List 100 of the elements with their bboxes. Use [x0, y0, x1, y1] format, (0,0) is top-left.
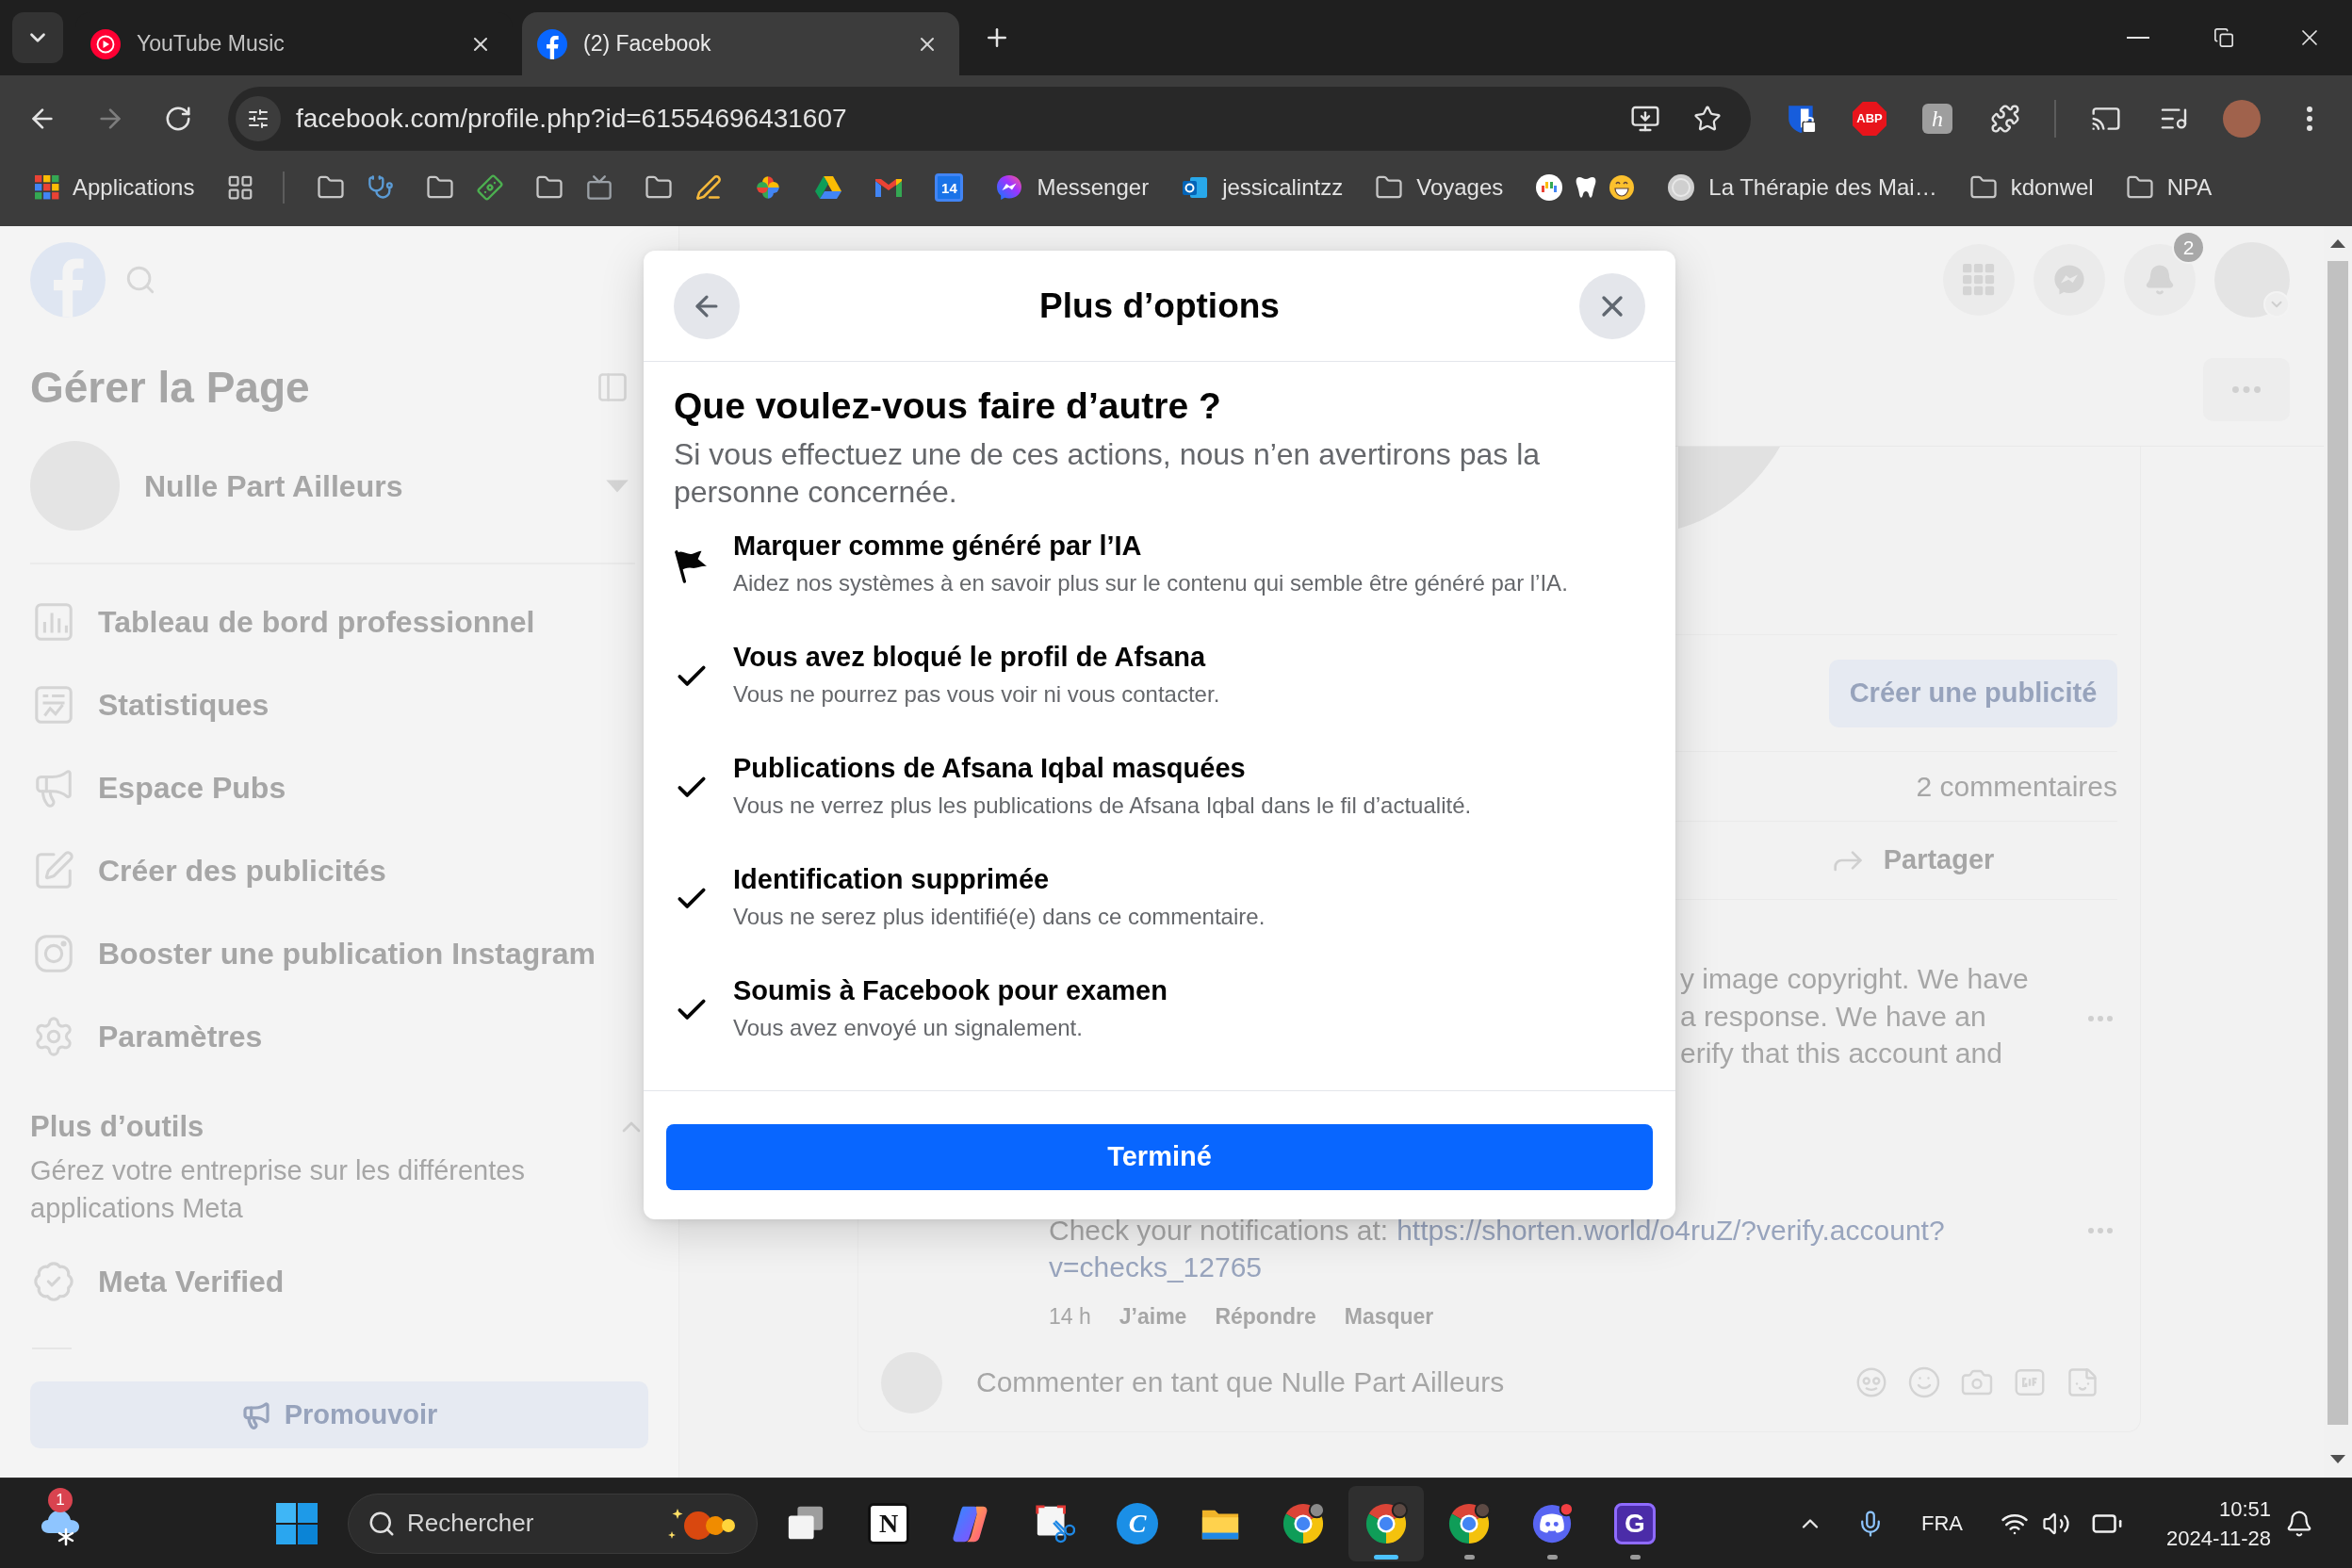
action-title: Vous avez bloqué le profil de Afsana — [733, 641, 1207, 674]
bell-icon — [2144, 264, 2176, 296]
bookmark-item[interactable]: Applications — [26, 163, 204, 212]
bookmark-item[interactable]: La Thérapie des Mai… — [1658, 163, 1946, 212]
address-input[interactable]: facebook.com/profile.php?id=61554696431607 — [296, 99, 1623, 139]
bookmark-item[interactable]: jessicalintzz — [1172, 163, 1352, 212]
comment-link[interactable]: v=checks_12765 — [1049, 1250, 1262, 1282]
shield-lock-icon — [1786, 103, 1818, 135]
address-bar[interactable]: facebook.com/profile.php?id=61554696431607 — [228, 87, 1751, 151]
scroll-down-icon[interactable] — [2329, 1455, 2346, 1464]
site-logo-icon — [1667, 173, 1696, 202]
tooth-icon — [1575, 175, 1598, 200]
clock-date: 2024-11-28 — [2166, 1525, 2271, 1552]
color-bars-icon — [1535, 173, 1564, 202]
action-title: Soumis à Facebook pour examen — [733, 974, 1168, 1007]
sidebar-menu-item[interactable]: Tableau de bord professionnel — [30, 580, 648, 663]
bookmark-item[interactable]: Voyages — [1366, 163, 1512, 212]
promote-button[interactable]: Promouvoir — [30, 1381, 648, 1448]
action-description: Vous ne pourrez pas vous voir ni vous contacter. — [733, 680, 1220, 709]
stethoscope-icon — [368, 174, 395, 201]
report-icon — [32, 683, 75, 727]
notification-badge: 2 — [2172, 231, 2205, 264]
comment-count[interactable]: 2 commentaires — [1916, 765, 2117, 808]
clock-button[interactable]: 10:51 2024-11-28 — [2145, 1489, 2273, 1558]
comment-action-link[interactable]: Masquer — [1344, 1300, 1434, 1333]
clock-time: 10:51 — [2218, 1495, 2271, 1523]
share-button[interactable]: Partager — [1828, 840, 1995, 881]
stop-sign-icon: ABP — [1853, 102, 1886, 136]
browser-logo-icon — [1282, 1501, 1325, 1545]
action-title: Publications de Afsana Iqbal masquées — [733, 752, 1247, 785]
dialog-heading: Que voulez-vous faire d’autre ? — [674, 384, 1222, 428]
comment-time: 14 h — [1049, 1303, 1091, 1331]
sidebar-menu-item[interactable]: Meta Verified — [30, 1240, 648, 1323]
puzzle-icon — [1990, 104, 2020, 134]
restore-icon — [2213, 27, 2234, 48]
create-ad-button[interactable]: Créer une publicité — [1829, 659, 2117, 727]
letter-tile-icon: h — [1922, 104, 1952, 134]
minimize-icon — [2126, 37, 2149, 39]
bookmark-item[interactable]: 14 — [926, 163, 972, 212]
avatar-icon — [2223, 100, 2261, 138]
bookmark-item[interactable]: NPA — [2116, 163, 2221, 212]
sidebar-toggle-icon[interactable] — [596, 370, 629, 404]
chat-app-icon — [1530, 1501, 1574, 1545]
letter-tile-icon: C — [1117, 1502, 1158, 1544]
page-switcher[interactable]: Nulle Part Ailleurs — [30, 441, 648, 531]
taskbar-app-button[interactable]: C — [1100, 1485, 1175, 1561]
bell-icon — [2285, 1509, 2313, 1538]
browser-logo-icon — [1364, 1501, 1408, 1545]
comment-action-link[interactable]: J’aime — [1119, 1300, 1187, 1333]
sliders-icon — [247, 107, 270, 130]
tv-icon — [586, 174, 613, 201]
facebook-logo-icon — [537, 28, 567, 59]
notification-badge: 1 — [48, 1487, 73, 1512]
letter-tile-icon: N — [868, 1502, 909, 1544]
site-info-button[interactable] — [236, 96, 281, 141]
sidebar-menu-item[interactable]: Statistiques — [30, 663, 648, 746]
scroll-up-icon[interactable] — [2329, 238, 2346, 248]
sidebar-menu-item[interactable]: Paramètres — [30, 995, 648, 1078]
camera-outline-icon — [32, 932, 75, 975]
mail-icon — [874, 177, 904, 198]
dialog-title: Plus d’options — [1039, 285, 1280, 327]
bar-chart-icon — [32, 600, 75, 644]
search-input[interactable]: Rechercher — [407, 1502, 666, 1544]
megaphone-icon — [240, 1399, 271, 1430]
comment-input[interactable]: Commenter en tant que Nulle Part Ailleurs — [976, 1354, 1839, 1411]
extension-button[interactable]: h — [1911, 92, 1964, 145]
browser-logo-icon — [1447, 1501, 1491, 1545]
verified-badge-icon — [32, 1260, 75, 1303]
sidebar-menu-item[interactable]: Créer des publicités — [30, 829, 648, 912]
done-button[interactable]: Terminé — [666, 1124, 1653, 1190]
apps-grid-icon — [35, 175, 59, 200]
browser-tab[interactable]: (2) Facebook — [522, 12, 959, 75]
tab-search-button[interactable] — [12, 12, 63, 63]
scrollbar-thumb[interactable] — [2328, 261, 2348, 1425]
comment-action-link[interactable]: Répondre — [1215, 1300, 1316, 1333]
more-icon — [2232, 386, 2261, 393]
comment-text: y image copyright. We have a response. We have an erify that this account and — [1680, 962, 2030, 1070]
bookmark-item[interactable]: Messenger — [987, 163, 1158, 212]
action-description: Vous ne serez plus identifié(e) dans ce commentaire. — [733, 903, 1266, 931]
section-title: Plus d’outils — [30, 1108, 204, 1145]
grinning-face-icon — [1609, 174, 1636, 201]
sidebar-menu-item[interactable]: Booster une publication Instagram — [30, 912, 648, 995]
install-icon — [1630, 104, 1660, 134]
chat-bubble-icon — [995, 173, 1024, 202]
triangle-logo-icon — [814, 175, 843, 200]
search-bar[interactable]: Rechercher — [348, 1493, 758, 1554]
action-title: Identification supprimée — [733, 863, 1051, 896]
sidebar-menu-item[interactable]: Espace Pubs — [30, 746, 648, 829]
extension-button[interactable]: ABP — [1843, 92, 1896, 145]
taskbar-app-button[interactable]: N — [851, 1485, 926, 1561]
menu-icon — [2307, 106, 2312, 131]
bookmark-item[interactable]: kdonwel — [1960, 163, 2102, 212]
taskbar-app-button[interactable]: G — [1597, 1485, 1673, 1561]
action-description: Vous avez envoyé un signalement. — [733, 1014, 1084, 1042]
language-button[interactable]: FRA — [1909, 1493, 1975, 1554]
taskbar-app-button[interactable] — [1348, 1485, 1424, 1561]
scissors-frame-icon — [1034, 1502, 1075, 1544]
letter-tile-icon: G — [1614, 1502, 1656, 1544]
star-icon — [1693, 105, 1722, 133]
windows-logo-icon — [276, 1502, 318, 1544]
